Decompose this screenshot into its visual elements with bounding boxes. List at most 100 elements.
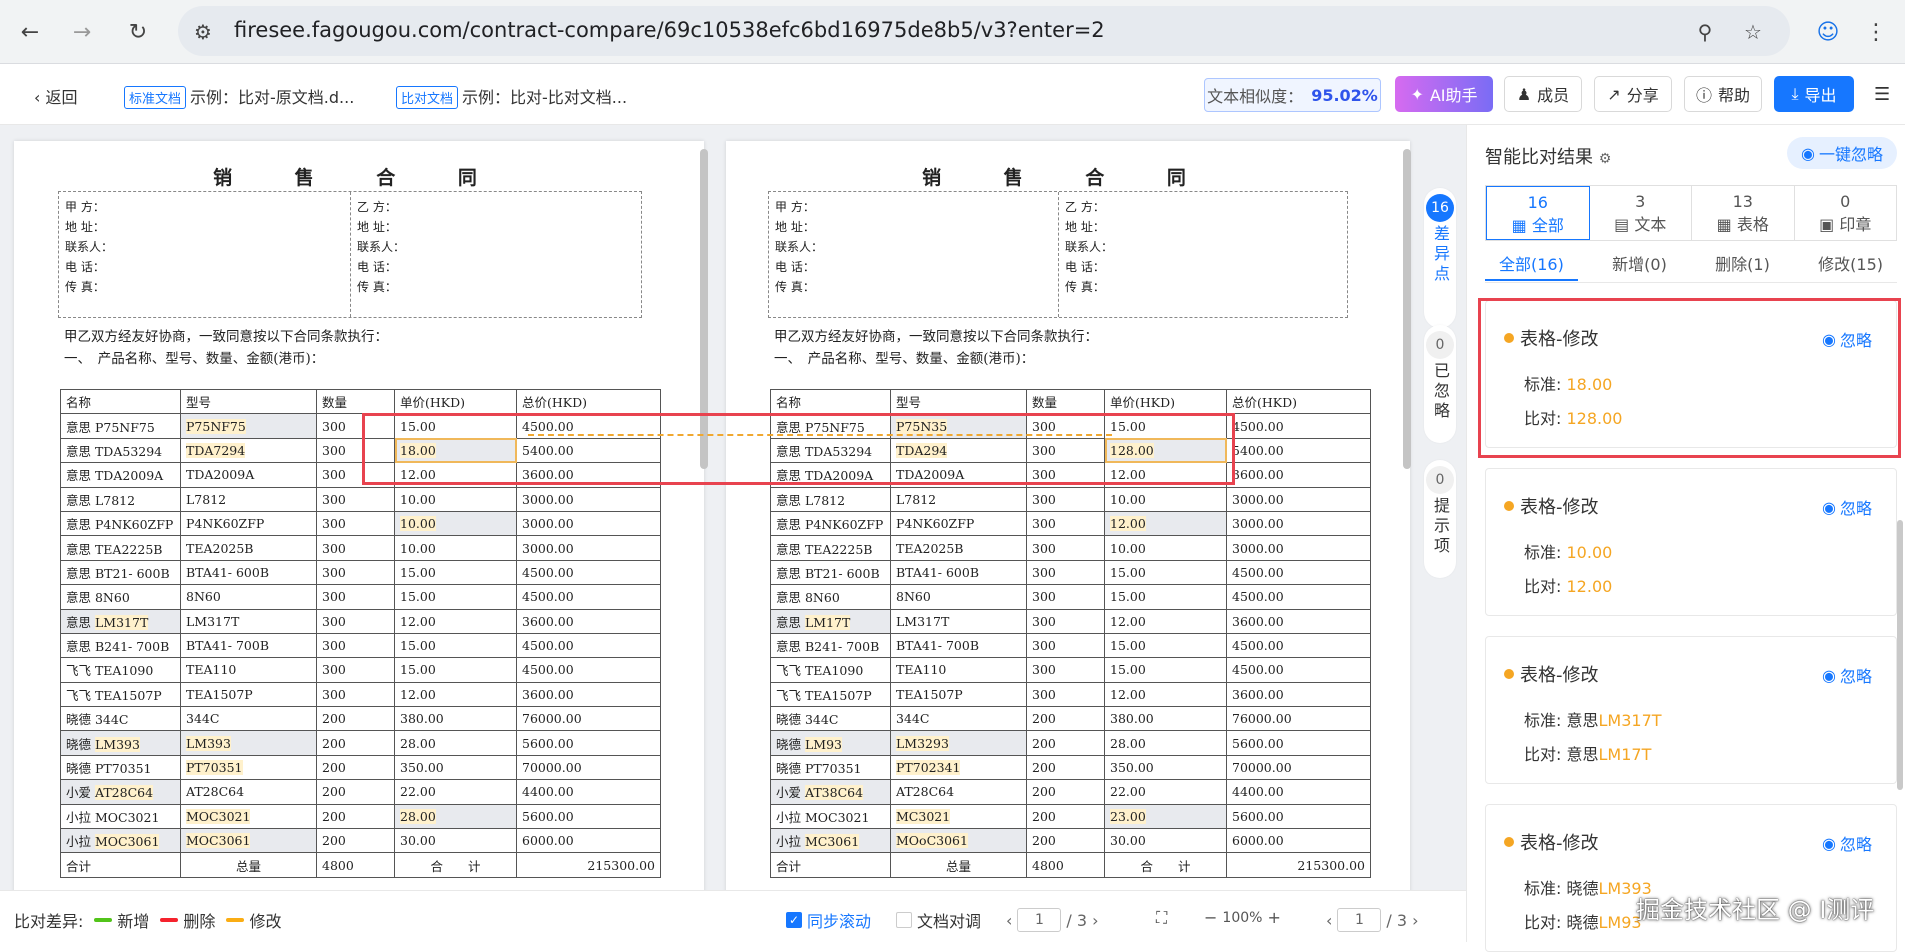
table-cell[interactable]: 350.00	[1104, 754, 1227, 781]
reload-icon[interactable]: ↻	[120, 14, 156, 50]
table-cell[interactable]: 3000.00	[516, 510, 661, 537]
zoom-icon[interactable]: ⚲	[1692, 19, 1718, 45]
table-cell[interactable]: L7812	[180, 486, 317, 512]
table-cell[interactable]: 200	[316, 730, 395, 756]
table-cell[interactable]: L7812	[890, 486, 1027, 512]
table-cell[interactable]: 300	[316, 608, 395, 634]
table-cell[interactable]: 300	[1026, 632, 1105, 659]
table-cell[interactable]: 30.00	[394, 828, 517, 854]
table-cell[interactable]: 意思 B241- 700B	[770, 632, 891, 659]
profile-icon[interactable]: ☺	[1810, 14, 1846, 50]
table-cell[interactable]: 4400.00	[1226, 779, 1371, 805]
table-cell[interactable]: 200	[1026, 706, 1105, 732]
table-cell[interactable]: 200	[316, 803, 395, 830]
table-cell[interactable]: 3000.00	[516, 535, 661, 561]
ignore-button[interactable]: ◉ 忽略	[1822, 663, 1872, 687]
table-cell[interactable]: 小拉 MC3061	[770, 828, 891, 854]
table-cell[interactable]: 10.00	[394, 510, 517, 537]
fullscreen-icon[interactable]: ⛶	[1156, 908, 1167, 928]
table-cell[interactable]: TEA1507P	[180, 681, 317, 708]
table-cell[interactable]: 3000.00	[1226, 486, 1371, 512]
table-cell[interactable]: 200	[316, 779, 395, 805]
table-cell[interactable]: 飞飞 TEA1507P	[60, 681, 181, 708]
table-cell[interactable]: 意思 L7812	[770, 486, 891, 512]
tab-all[interactable]: 16 ▦ 全部	[1486, 186, 1590, 240]
table-cell[interactable]: 4500.00	[516, 559, 661, 586]
table-cell[interactable]: BTA41- 600B	[890, 559, 1027, 586]
table-cell[interactable]: TEA2025B	[180, 535, 317, 561]
table-cell[interactable]: 15.00	[394, 559, 517, 586]
table-cell[interactable]: 200	[316, 754, 395, 781]
table-cell[interactable]: 200	[316, 706, 395, 732]
table-cell[interactable]: 10.00	[394, 486, 517, 512]
table-cell[interactable]: 12.00	[1104, 608, 1227, 634]
table-cell[interactable]: 5600.00	[516, 803, 661, 830]
table-cell[interactable]: 15.00	[1104, 657, 1227, 683]
table-cell[interactable]: 5400.00	[1226, 437, 1371, 464]
table-cell[interactable]: LM393	[180, 730, 317, 756]
table-cell[interactable]: 300	[316, 657, 395, 683]
share-button[interactable]: ↗ 分享	[1594, 76, 1672, 112]
table-cell[interactable]: 70000.00	[516, 754, 661, 781]
table-cell[interactable]: 6000.00	[516, 828, 661, 854]
table-cell[interactable]: 4500.00	[1226, 413, 1371, 439]
table-cell[interactable]: LM317T	[180, 608, 317, 634]
table-cell[interactable]: 晓德 LM393	[60, 730, 181, 756]
table-cell[interactable]: LM3293	[890, 730, 1027, 756]
tips-nav[interactable]: 0 提示项	[1424, 460, 1456, 578]
table-cell[interactable]: 30.00	[1104, 828, 1227, 854]
table-cell[interactable]: 200	[1026, 828, 1105, 854]
table-cell[interactable]: 小拉 MOC3021	[770, 803, 891, 830]
table-cell[interactable]: 200	[316, 828, 395, 854]
table-cell[interactable]: 3000.00	[1226, 510, 1371, 537]
table-cell[interactable]: 300	[316, 535, 395, 561]
table-cell[interactable]: 15.00	[394, 657, 517, 683]
swap-docs-toggle[interactable]: 文档对调	[896, 908, 981, 932]
result-card[interactable]: 表格-修改 ◉ 忽略 标准: 晓德LM393 比对: 晓德LM93	[1485, 804, 1897, 952]
settings-gear-icon[interactable]: ⚙	[1599, 151, 1612, 167]
table-cell[interactable]: TEA2025B	[890, 535, 1027, 561]
table-cell[interactable]: 4500.00	[1226, 657, 1371, 683]
table-cell[interactable]: PT702341	[890, 754, 1027, 781]
table-cell[interactable]: P4NK60ZFP	[180, 510, 317, 537]
ignore-all-button[interactable]: ◉ 一键忽略	[1787, 137, 1897, 169]
table-cell[interactable]: 6000.00	[1226, 828, 1371, 854]
table-cell[interactable]: 15.00	[1104, 584, 1227, 610]
result-card[interactable]: 表格-修改 ◉ 忽略 标准: 10.00 比对: 12.00	[1485, 468, 1897, 616]
table-cell[interactable]: 4500.00	[516, 657, 661, 683]
table-cell[interactable]: 76000.00	[1226, 706, 1371, 732]
table-cell[interactable]: 小拉 MOC3061	[60, 828, 181, 854]
table-cell[interactable]: 300	[1026, 510, 1105, 537]
table-cell[interactable]: 300	[316, 486, 395, 512]
table-cell[interactable]: 意思 8N60	[770, 584, 891, 610]
table-cell[interactable]: 意思 LM317T	[60, 608, 181, 634]
table-cell[interactable]: 意思 P4NK60ZFP	[60, 510, 181, 537]
table-cell[interactable]: 意思 BT21- 600B	[770, 559, 891, 586]
next-page-icon[interactable]: ›	[1412, 911, 1418, 930]
checkbox-checked-icon[interactable]: ✓	[786, 912, 802, 928]
panel-menu-icon[interactable]: ☰	[1874, 84, 1890, 105]
table-cell[interactable]: 344C	[180, 706, 317, 732]
checkbox-unchecked-icon[interactable]	[896, 912, 912, 928]
help-button[interactable]: ⓘ 帮助	[1684, 76, 1762, 112]
table-cell[interactable]: 300	[1026, 608, 1105, 634]
table-cell[interactable]: TDA7294	[180, 437, 317, 464]
table-cell[interactable]: 15.00	[1104, 632, 1227, 659]
table-cell[interactable]: 350.00	[394, 754, 517, 781]
tab-stamp[interactable]: 0 ▣ 印章	[1795, 186, 1897, 240]
kebab-menu-icon[interactable]: ⋮	[1858, 14, 1894, 50]
table-cell[interactable]: 3600.00	[1226, 462, 1371, 488]
table-cell[interactable]: 22.00	[1104, 779, 1227, 805]
export-button[interactable]: ⤓ 导出	[1774, 76, 1854, 112]
zoom-out-icon[interactable]: −	[1204, 908, 1217, 927]
table-cell[interactable]: MOoC3061	[890, 828, 1027, 854]
table-cell[interactable]: 344C	[890, 706, 1027, 732]
table-cell[interactable]: TEA1507P	[890, 681, 1027, 708]
ignore-button[interactable]: ◉ 忽略	[1822, 495, 1872, 519]
table-cell[interactable]: TDA2009A	[180, 462, 317, 488]
table-cell[interactable]: 晓德 344C	[770, 706, 891, 732]
table-cell[interactable]: 200	[1026, 730, 1105, 756]
table-cell[interactable]: 晓德 PT70351	[770, 754, 891, 781]
table-cell[interactable]: 5600.00	[1226, 803, 1371, 830]
table-cell[interactable]: 意思 P4NK60ZFP	[770, 510, 891, 537]
